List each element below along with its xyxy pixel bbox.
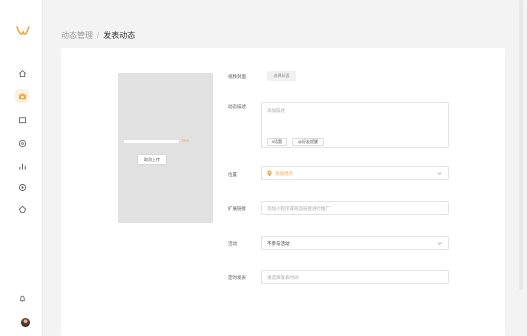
description-label: 动态描述 (228, 104, 246, 109)
activity-select[interactable]: 不参与活动 (261, 236, 449, 250)
nav-discover[interactable] (15, 136, 29, 150)
nav-messages[interactable] (15, 113, 29, 127)
cancel-upload-button[interactable]: 取消上传 (137, 154, 167, 165)
post-form-card: 75% 取消上传 视频封面 选择封面 动态描述 添加描述 #话题 @好友提醒 位… (61, 48, 505, 336)
breadcrumb-parent[interactable]: 动态管理 (61, 31, 93, 40)
scrollbar[interactable] (519, 0, 523, 290)
chevron-down-icon (437, 172, 442, 175)
nav-post[interactable] (15, 89, 29, 103)
tag-icon (18, 205, 26, 213)
extension-link-label: 扩展链接 (228, 206, 246, 211)
schedule-placeholder: 请选择发表时间 (267, 275, 299, 280)
compass-icon (18, 139, 26, 147)
nav-notifications[interactable] (15, 291, 29, 305)
camera-icon (18, 93, 26, 99)
upload-progress-bar (124, 140, 179, 143)
settings-icon (18, 183, 26, 191)
location-pin-icon (267, 170, 272, 177)
upload-progress-fill (124, 140, 166, 143)
message-icon (18, 116, 26, 123)
topic-tag-button[interactable]: #话题 (267, 138, 287, 146)
extension-link-input[interactable]: 添加小程序或商品链接进行推广 (261, 201, 449, 215)
bar-chart-icon (18, 163, 26, 170)
home-icon (18, 69, 26, 77)
description-textarea[interactable]: 添加描述 #话题 @好友提醒 (261, 102, 449, 148)
nav-data[interactable] (15, 159, 29, 173)
schedule-label: 定时发表 (228, 275, 246, 280)
breadcrumb: 动态管理 / 发表动态 (61, 30, 135, 41)
chevron-down-icon (437, 242, 442, 245)
sidebar (0, 0, 43, 336)
nav-home[interactable] (15, 66, 29, 80)
bell-icon (19, 295, 25, 302)
page-title: 发表动态 (103, 31, 136, 40)
video-preview: 75% 取消上传 (118, 73, 213, 223)
location-label: 位置 (228, 172, 237, 177)
location-value: 添加地点 (275, 171, 293, 176)
nav-tags[interactable] (15, 202, 29, 216)
schedule-input[interactable]: 请选择发表时间 (261, 270, 449, 284)
choose-cover-button[interactable]: 选择封面 (267, 71, 296, 81)
cover-label: 视频封面 (228, 74, 246, 79)
nav-settings[interactable] (15, 180, 29, 194)
description-placeholder: 添加描述 (267, 108, 285, 113)
activity-value: 不参与活动 (267, 241, 290, 246)
location-select[interactable]: 添加地点 (261, 166, 449, 180)
upload-progress-text: 75% (181, 138, 190, 143)
mention-friend-button[interactable]: @好友提醒 (292, 138, 324, 146)
brand-logo[interactable] (16, 26, 30, 38)
activity-label: 活动 (228, 241, 237, 246)
breadcrumb-separator: / (97, 31, 100, 40)
avatar[interactable] (21, 318, 30, 327)
extension-link-placeholder: 添加小程序或商品链接进行推广 (267, 206, 330, 211)
